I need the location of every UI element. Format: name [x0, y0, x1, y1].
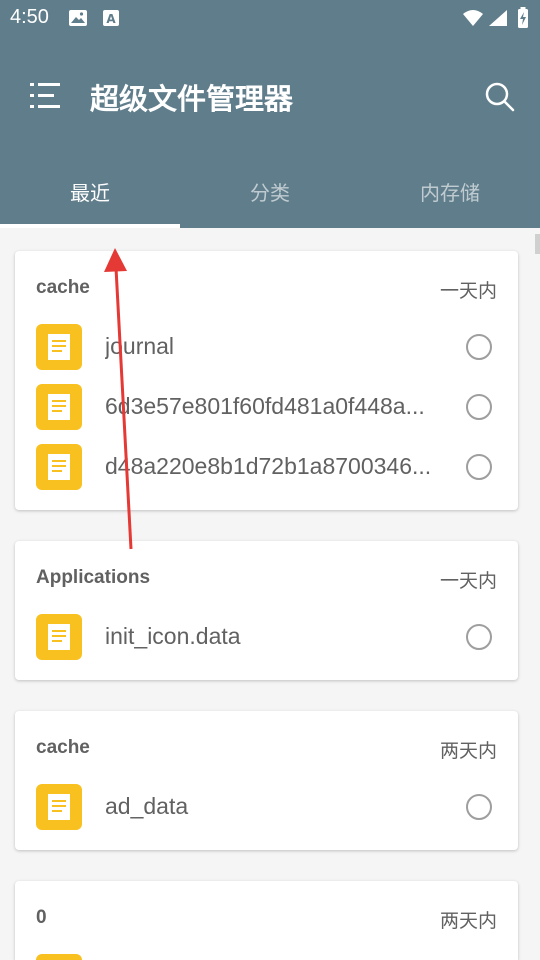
group-time: 一天内	[439, 280, 497, 302]
font-notification-icon: A	[103, 10, 119, 26]
file-name: init_icon.data	[105, 623, 241, 649]
file-row[interactable]: 6d3e57e801f60fd481a0f448a...	[15, 377, 518, 437]
document-icon	[36, 444, 82, 490]
document-icon	[36, 384, 82, 430]
file-name: journal	[105, 333, 175, 359]
scrollbar[interactable]	[535, 234, 540, 254]
file-name: d48a220e8b1d72b1a8700346...	[105, 453, 432, 479]
select-radio[interactable]	[466, 334, 492, 360]
tab-indicator	[0, 224, 180, 228]
document-icon	[36, 614, 82, 660]
file-row[interactable]: ad_data	[15, 777, 518, 837]
file-row[interactable]: init_icon.data	[15, 607, 518, 667]
file-row[interactable]: journal	[15, 317, 518, 377]
tab-recent[interactable]: 最近	[0, 176, 180, 228]
group-time: 两天内	[439, 740, 497, 762]
group-name: Applications	[36, 567, 151, 588]
status-bar: 4:50 A	[0, 0, 540, 36]
tab-category[interactable]: 分类	[180, 176, 360, 228]
select-radio[interactable]	[466, 454, 492, 480]
wifi-icon	[463, 10, 483, 26]
file-group-card: cache 两天内 ad_data	[15, 711, 518, 850]
file-group-card: cache 一天内 journal 6d3e57e801f60fd481a0f4…	[15, 251, 518, 510]
page-title: 超级文件管理器	[90, 82, 294, 116]
group-time: 一天内	[439, 570, 497, 592]
battery-charging-icon	[518, 7, 528, 28]
document-icon	[36, 784, 82, 830]
select-radio[interactable]	[466, 794, 492, 820]
signal-icon	[489, 10, 507, 26]
search-icon[interactable]	[485, 82, 515, 112]
file-group-card: Applications 一天内 init_icon.data	[15, 541, 518, 680]
file-group-card: 0 两天内	[15, 881, 518, 960]
select-radio[interactable]	[466, 394, 492, 420]
group-name: cache	[36, 737, 90, 758]
app-header: 4:50 A 超级文件管理器 最近 分类 内存储	[0, 0, 540, 228]
group-name: 0	[36, 907, 47, 928]
document-icon	[36, 954, 82, 960]
document-icon	[36, 324, 82, 370]
select-radio[interactable]	[466, 624, 492, 650]
image-notification-icon	[69, 10, 87, 26]
file-name: ad_data	[105, 793, 189, 819]
file-row[interactable]: d48a220e8b1d72b1a8700346...	[15, 437, 518, 497]
status-time: 4:50	[10, 6, 49, 28]
svg-text:A: A	[106, 12, 116, 26]
group-name: cache	[36, 277, 90, 298]
menu-icon[interactable]	[30, 82, 62, 110]
tab-internal-storage[interactable]: 内存储	[360, 176, 540, 228]
file-name: 6d3e57e801f60fd481a0f448a...	[105, 393, 425, 419]
group-time: 两天内	[439, 910, 497, 932]
